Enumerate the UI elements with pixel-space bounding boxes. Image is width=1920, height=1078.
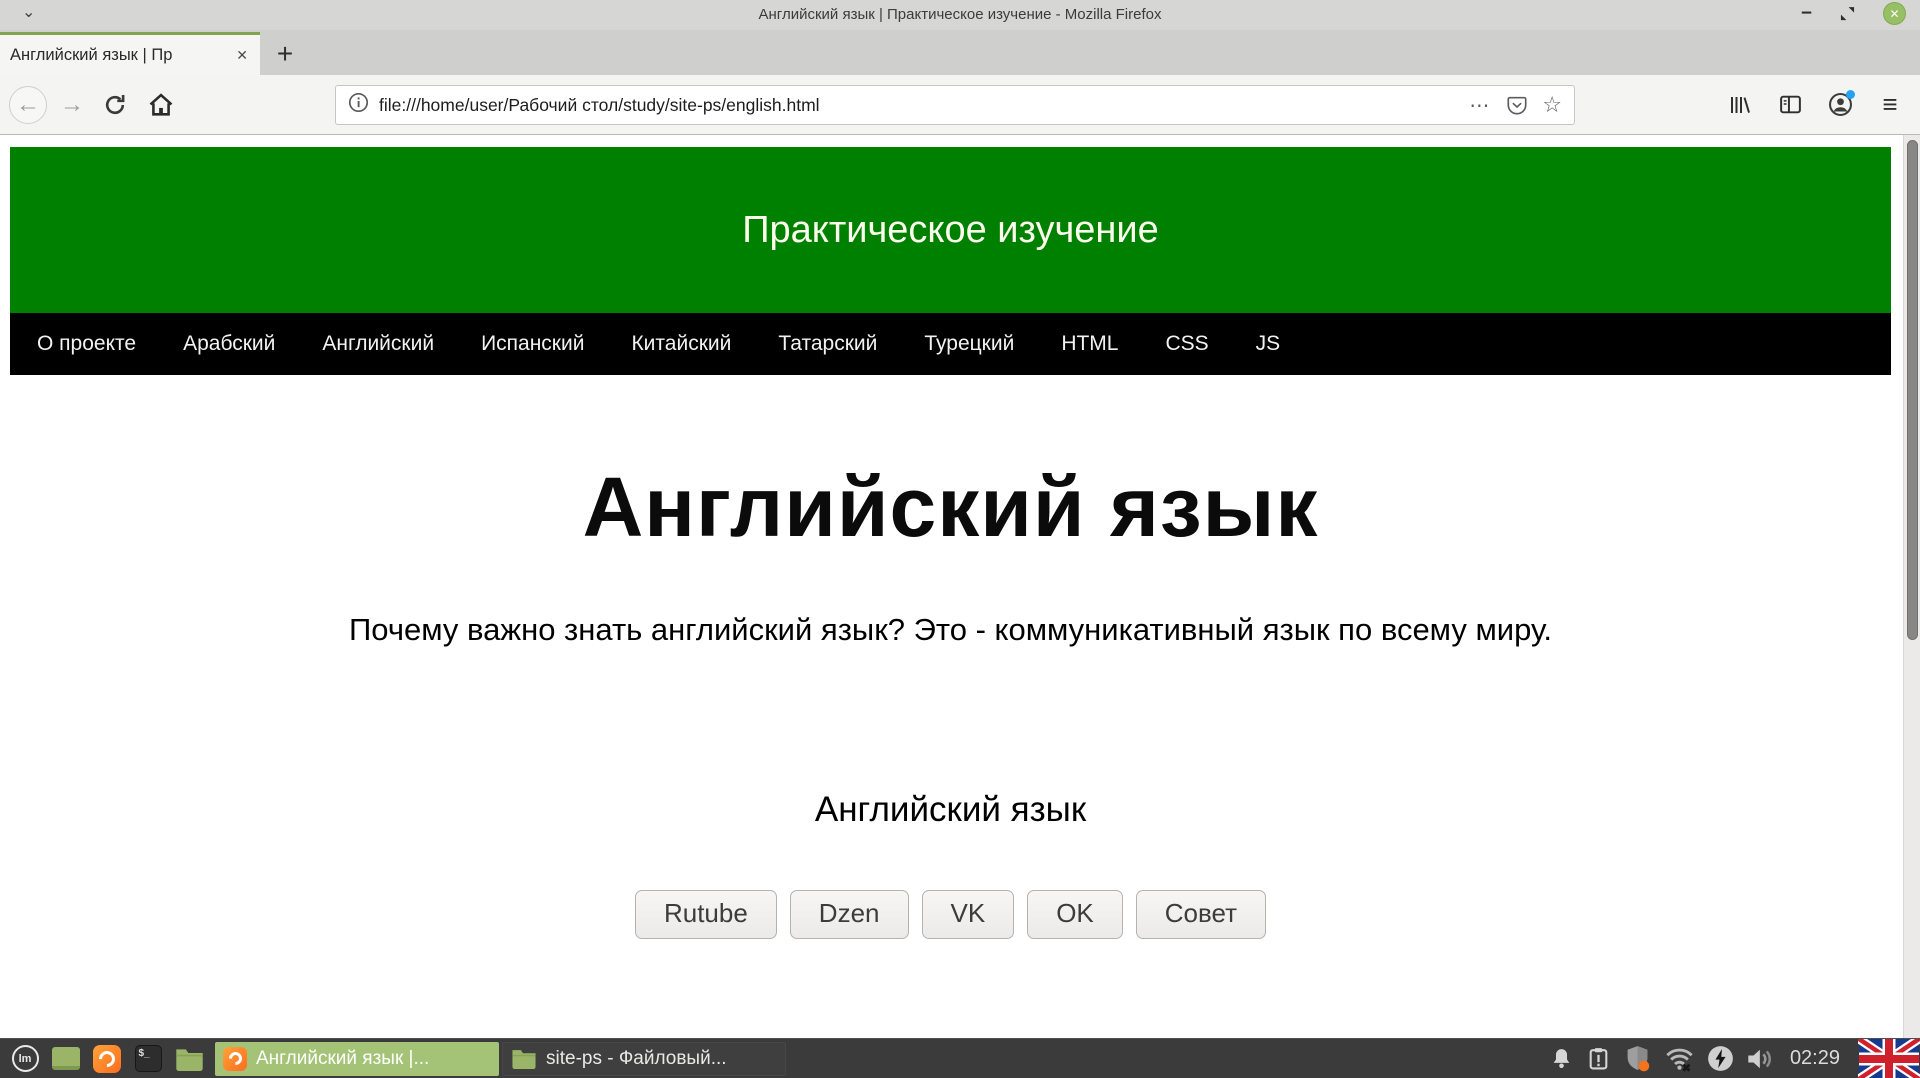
forward-button[interactable]: → (55, 86, 89, 124)
tab-close-icon[interactable]: ✕ (236, 47, 248, 64)
window-titlebar: ⌄ Английский язык | Практическое изучени… (0, 0, 1920, 30)
firefox-launcher[interactable] (92, 1044, 122, 1074)
pocket-icon[interactable] (1506, 94, 1528, 116)
tab-strip: Английский язык | Пр ✕ + (0, 30, 1920, 75)
update-clipboard-icon[interactable] (1586, 1046, 1611, 1071)
page-title: Английский язык (10, 459, 1891, 556)
intro-paragraph: Почему важно знать английский язык? Это … (10, 612, 1891, 648)
address-bar[interactable]: file:///home/user/Рабочий стол/study/sit… (335, 85, 1575, 125)
page-actions-icon[interactable]: ⋯ (1469, 93, 1490, 118)
nav-link-chinese[interactable]: Китайский (631, 332, 731, 356)
files-launcher[interactable] (174, 1044, 204, 1074)
nav-link-js[interactable]: JS (1256, 332, 1281, 356)
site-header: Практическое изучение (10, 147, 1891, 313)
rutube-button[interactable]: Rutube (635, 890, 777, 939)
taskbar-window-firefox[interactable]: Английский язык |... (215, 1042, 499, 1076)
notifications-bell-icon[interactable] (1549, 1046, 1574, 1071)
menu-hamburger-icon[interactable]: ≡ (1872, 87, 1908, 123)
browser-viewport: Практическое изучение О проекте Арабский… (0, 135, 1920, 1038)
scrollbar-thumb[interactable] (1907, 140, 1918, 640)
taskbar-window-label: Английский язык |... (256, 1048, 429, 1070)
nav-link-html[interactable]: HTML (1061, 332, 1118, 356)
home-button[interactable] (141, 85, 181, 125)
close-button[interactable]: ✕ (1883, 2, 1906, 25)
nav-link-css[interactable]: CSS (1165, 332, 1208, 356)
firefox-icon (93, 1045, 121, 1073)
minimize-button[interactable]: − (1801, 4, 1812, 24)
reload-button[interactable] (95, 85, 135, 125)
taskbar: lm $_ Английский язык |... (0, 1038, 1920, 1078)
advice-button[interactable]: Совет (1136, 890, 1266, 939)
system-tray: 02:29 (1513, 1039, 1920, 1078)
mint-logo-icon: lm (12, 1045, 39, 1072)
new-tab-button[interactable]: + (260, 32, 310, 75)
taskbar-window-files[interactable]: site-ps - Файловый... (502, 1042, 786, 1076)
terminal-launcher[interactable]: $_ (133, 1044, 163, 1074)
keyboard-layout-uk-flag-icon[interactable] (1858, 1039, 1920, 1078)
url-text[interactable]: file:///home/user/Рабочий стол/study/sit… (379, 95, 1469, 116)
site-header-title: Практическое изучение (742, 209, 1159, 252)
site-info-icon[interactable] (348, 92, 369, 118)
workspace-squares-icon[interactable] (1513, 1047, 1537, 1071)
desktop: ⌄ Английский язык | Практическое изучени… (0, 0, 1920, 1078)
web-page: Практическое изучение О проекте Арабский… (10, 147, 1891, 939)
nav-link-turkish[interactable]: Турецкий (924, 332, 1014, 356)
wifi-disconnected-icon[interactable] (1664, 1045, 1695, 1072)
show-desktop-button[interactable] (51, 1044, 81, 1074)
social-buttons-row: Rutube Dzen VK OK Совет (10, 890, 1891, 939)
bookmark-star-icon[interactable]: ☆ (1542, 92, 1562, 118)
nav-link-spanish[interactable]: Испанский (481, 332, 584, 356)
account-icon[interactable] (1822, 87, 1858, 123)
home-icon (147, 91, 175, 119)
reload-icon (102, 92, 128, 118)
nav-link-english[interactable]: Английский (322, 332, 434, 356)
volume-icon[interactable] (1746, 1046, 1776, 1072)
power-battery-icon[interactable] (1707, 1045, 1734, 1072)
nav-link-about[interactable]: О проекте (37, 332, 136, 356)
sidebar-icon[interactable] (1772, 87, 1808, 123)
window-title: Английский язык | Практическое изучение … (0, 6, 1920, 23)
site-nav: О проекте Арабский Английский Испанский … (10, 313, 1891, 375)
taskbar-window-label: site-ps - Файловый... (546, 1048, 727, 1070)
window-controls: − ✕ (1801, 2, 1906, 25)
nav-link-tatar[interactable]: Татарский (778, 332, 877, 356)
account-notification-dot (1846, 90, 1855, 99)
taskbar-window-list: Английский язык |... site-ps - Файловый.… (215, 1042, 786, 1076)
nav-link-arabic[interactable]: Арабский (183, 332, 275, 356)
toolbar-right-icons: ≡ (1722, 87, 1908, 123)
firefox-icon (223, 1047, 247, 1071)
folder-icon (175, 1047, 204, 1071)
tab-title: Английский язык | Пр (10, 46, 216, 65)
desktop-icon (52, 1047, 80, 1070)
ok-button[interactable]: OK (1027, 890, 1123, 939)
browser-toolbar: ← → file:///home/user/Рабо (0, 75, 1920, 135)
back-button[interactable]: ← (9, 86, 47, 124)
browser-tab-active[interactable]: Английский язык | Пр ✕ (0, 32, 260, 75)
folder-icon (511, 1048, 537, 1069)
page-subtitle: Английский язык (10, 790, 1891, 830)
restore-icon (1840, 6, 1855, 21)
taskbar-clock[interactable]: 02:29 (1790, 1047, 1840, 1070)
firewall-shield-icon[interactable] (1623, 1044, 1652, 1073)
taskbar-launchers: lm $_ (10, 1044, 204, 1074)
dzen-button[interactable]: Dzen (790, 890, 909, 939)
library-icon[interactable] (1722, 87, 1758, 123)
terminal-icon: $_ (135, 1045, 162, 1072)
page-scrollbar[interactable] (1903, 135, 1920, 1038)
vk-button[interactable]: VK (922, 890, 1015, 939)
mint-menu-button[interactable]: lm (10, 1044, 40, 1074)
restore-button[interactable] (1840, 6, 1855, 21)
